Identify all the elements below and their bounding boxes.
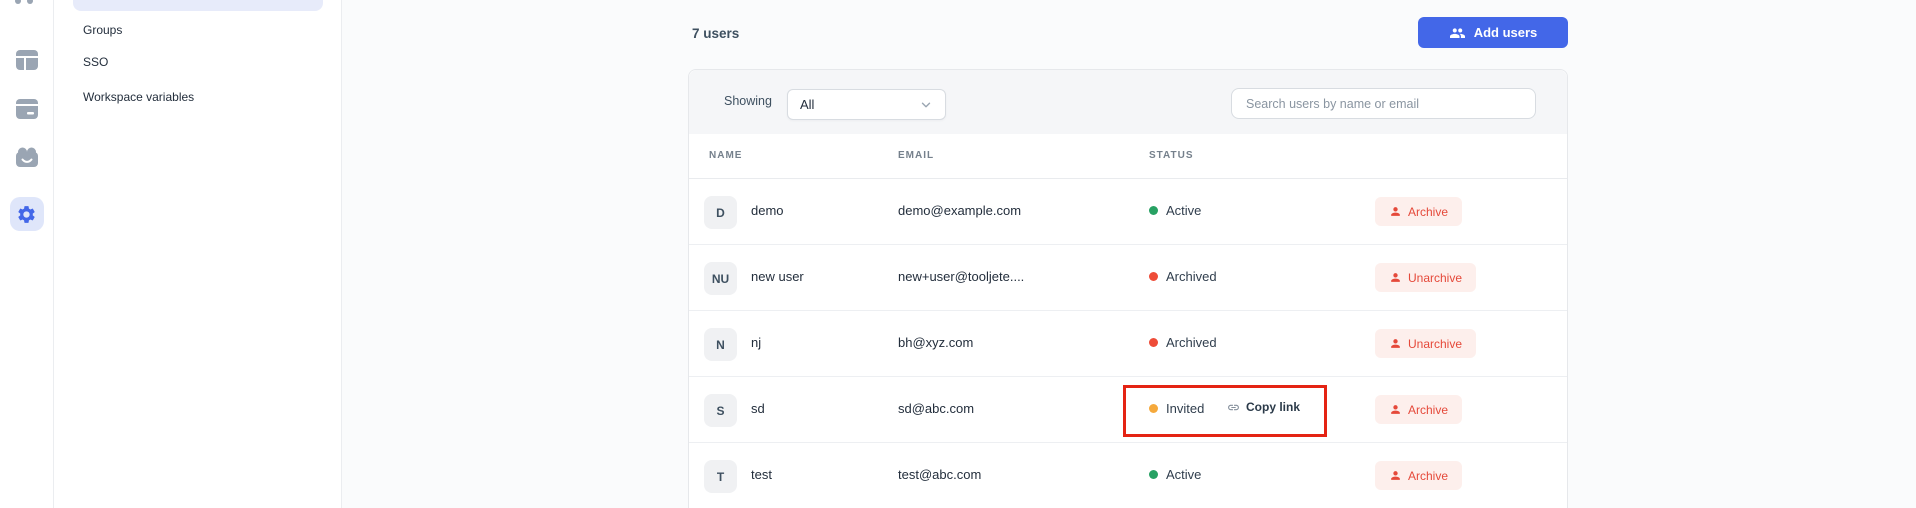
table-header-row: NAME EMAIL STATUS <box>689 134 1567 179</box>
avatar: D <box>704 196 737 229</box>
user-name: new user <box>751 269 804 284</box>
status-dot <box>1149 206 1158 215</box>
status-dot <box>1149 470 1158 479</box>
unarchive-button[interactable]: Unarchive <box>1375 263 1476 292</box>
user-email: test@abc.com <box>898 467 981 482</box>
avatar: NU <box>704 262 737 295</box>
column-header-name: NAME <box>709 150 742 161</box>
nav-item-groups[interactable]: Groups <box>83 21 122 39</box>
table-row: NU new user new+user@tooljete.... Archiv… <box>689 245 1567 311</box>
status-filter-dropdown[interactable]: All <box>787 89 946 120</box>
search-input[interactable] <box>1231 88 1536 119</box>
user-name: test <box>751 467 772 482</box>
user-email: new+user@tooljete.... <box>898 269 1024 284</box>
person-icon <box>1389 271 1402 284</box>
layout-icon[interactable] <box>10 43 44 77</box>
status-badge: Archived <box>1149 269 1217 284</box>
person-icon <box>1389 469 1402 482</box>
avatar: T <box>704 460 737 493</box>
settings-gear-icon[interactable] <box>10 197 44 231</box>
showing-label: Showing <box>724 94 772 108</box>
user-email: demo@example.com <box>898 203 1021 218</box>
person-icon <box>1389 205 1402 218</box>
table-row: D demo demo@example.com Active Archive <box>689 179 1567 245</box>
chevron-down-icon <box>919 98 933 112</box>
workspace-settings-page: Users Groups SSO Workspace variables 7 u… <box>0 0 1916 508</box>
status-badge: Invited <box>1149 401 1204 416</box>
user-name: nj <box>751 335 761 350</box>
avatar: N <box>704 328 737 361</box>
person-icon <box>1389 337 1402 350</box>
users-settings-main: 7 users Add users Showing All <box>342 0 1916 508</box>
column-header-status: STATUS <box>1149 150 1194 161</box>
column-header-email: EMAIL <box>898 150 934 161</box>
user-email: sd@abc.com <box>898 401 974 416</box>
archive-button[interactable]: Archive <box>1375 461 1462 490</box>
table-filter-bar: Showing All <box>689 70 1567 134</box>
marketplace-icon[interactable] <box>10 140 44 174</box>
database-icon[interactable] <box>10 92 44 126</box>
status-dot <box>1149 338 1158 347</box>
app-sidebar-rail <box>0 0 54 508</box>
archive-button[interactable]: Archive <box>1375 395 1462 424</box>
table-row: N nj bh@xyz.com Archived Unarchive <box>689 311 1567 377</box>
status-dot <box>1149 404 1158 413</box>
link-icon <box>1227 401 1240 414</box>
table-row: S sd sd@abc.com Invited Copy link <box>689 377 1567 443</box>
archive-button[interactable]: Archive <box>1375 197 1462 226</box>
add-users-button[interactable]: Add users <box>1418 17 1568 48</box>
status-badge: Archived <box>1149 335 1217 350</box>
avatar: S <box>704 394 737 427</box>
nav-item-workspace-variables[interactable]: Workspace variables <box>83 88 194 106</box>
status-dot <box>1149 272 1158 281</box>
user-name: demo <box>751 203 784 218</box>
users-table-card: Showing All NAME EMAIL STATUS D demo dem… <box>688 69 1568 508</box>
people-icon <box>1449 25 1466 40</box>
status-badge: Active <box>1149 203 1201 218</box>
status-badge: Active <box>1149 467 1201 482</box>
user-count: 7 users <box>692 26 739 41</box>
settings-nav: Users Groups SSO Workspace variables <box>54 0 342 508</box>
user-email: bh@xyz.com <box>898 335 973 350</box>
dots-partial-icon <box>13 0 41 8</box>
unarchive-button[interactable]: Unarchive <box>1375 329 1476 358</box>
nav-item-sso[interactable]: SSO <box>83 53 108 71</box>
copy-link-button[interactable]: Copy link <box>1227 400 1300 414</box>
nav-item-users-active[interactable]: Users <box>73 0 323 11</box>
user-name: sd <box>751 401 765 416</box>
table-row: T test test@abc.com Active Archive <box>689 443 1567 508</box>
person-icon <box>1389 403 1402 416</box>
